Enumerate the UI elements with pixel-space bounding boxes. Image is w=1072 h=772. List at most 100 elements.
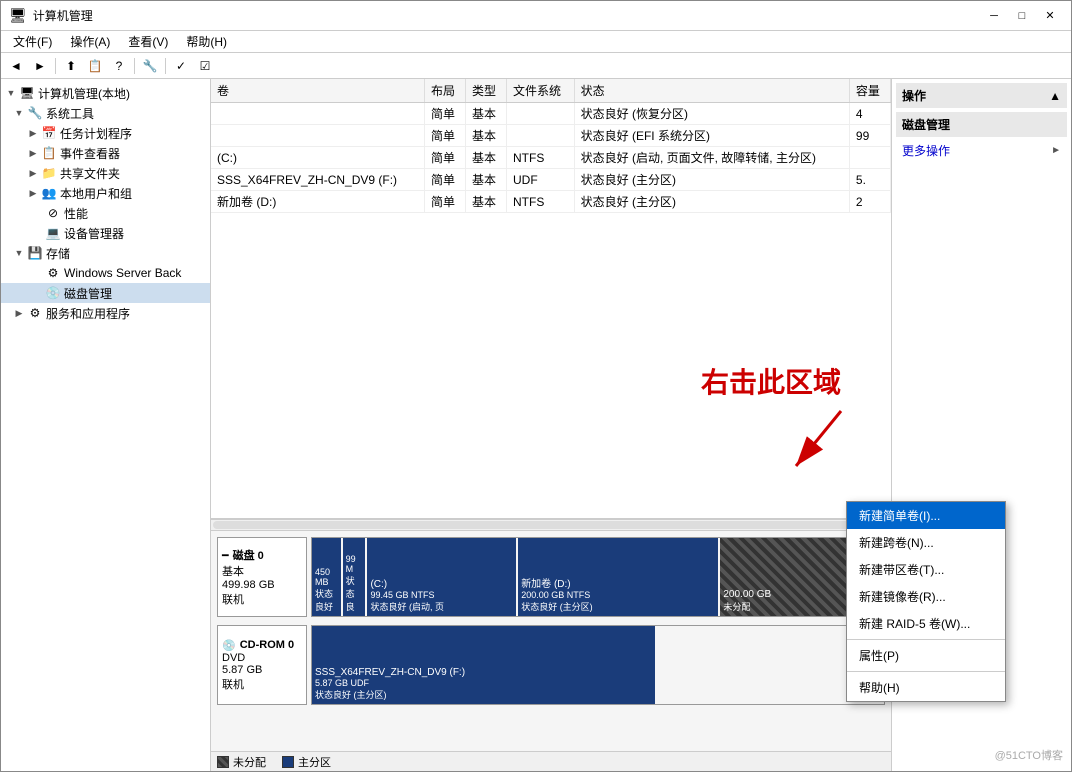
table-cell-vol [211,125,424,147]
icon-root: 🖥 [19,85,35,101]
ctx-new-raid[interactable]: 新建 RAID-5 卷(W)... [847,610,1005,637]
icon-winsrv: ⚙ [45,265,61,281]
icon-event: 📋 [41,145,57,161]
sidebar: ▼ 🖥 计算机管理(本地) ▼ 🔧 系统工具 ▶ 📅 任务计划程序 ▶ 📋 事件… [1,79,211,771]
cdrom0-part1[interactable]: SSS_X64FREV_ZH-CN_DV9 (F:) 5.87 GB UDF 状… [312,626,655,704]
table-row[interactable]: SSS_X64FREV_ZH-CN_DV9 (F:)简单基本UDF状态良好 (主… [211,169,891,191]
sidebar-item-disk-mgmt[interactable]: ▶ 💿 磁盘管理 [1,283,210,303]
action-more[interactable]: 更多操作 ► [896,139,1067,162]
table-cell-cap [849,147,890,169]
window-title: 计算机管理 [33,7,93,24]
sidebar-item-storage[interactable]: ▼ 💾 存储 [1,243,210,263]
window-icon: 🖥 [9,7,27,24]
cdrom0-status: 联机 [222,676,302,692]
forward-button[interactable]: ► [29,56,51,76]
table-row[interactable]: 简单基本状态良好 (EFI 系统分区)99 [211,125,891,147]
sidebar-item-event-viewer[interactable]: ▶ 📋 事件查看器 [1,143,210,163]
table-cell-vol: 新加卷 (D:) [211,191,424,213]
toggle-services[interactable]: ▶ [11,305,27,321]
toggle-local[interactable]: ▶ [25,185,41,201]
close-button[interactable]: ✕ [1037,6,1063,26]
sidebar-item-local-users[interactable]: ▶ 👥 本地用户和组 [1,183,210,203]
disk0-part4[interactable]: 新加卷 (D:) 200.00 GB NTFS 状态良好 (主分区) [518,538,718,616]
menu-action[interactable]: 操作(A) [62,31,118,52]
label-perf: 性能 [64,205,88,222]
ctx-new-simple[interactable]: 新建简单卷(I)... [847,502,1005,529]
disk0-part1[interactable]: 450 MB 状态良好 [312,538,341,616]
sidebar-item-shared-folders[interactable]: ▶ 📁 共享文件夹 [1,163,210,183]
scrollbar-track[interactable] [213,521,889,529]
icon-dev: 💻 [45,225,61,241]
table-cell-type: 基本 [465,103,506,125]
h-scrollbar[interactable] [211,519,891,531]
table-cell-fs [507,125,575,147]
col-vol[interactable]: 卷 [211,79,424,103]
icon-shared: 📁 [41,165,57,181]
table-cell-status: 状态良好 (恢复分区) [574,103,849,125]
disk-table: 卷 布局 类型 文件系统 状态 容量 简单基本状态良好 (恢复分区)4简单基本状… [211,79,891,213]
sidebar-item-performance[interactable]: ▶ ⊘ 性能 [1,203,210,223]
table-row[interactable]: 简单基本状态良好 (恢复分区)4 [211,103,891,125]
back-button[interactable]: ◄ [5,56,27,76]
maximize-button[interactable]: □ [1009,6,1035,26]
menu-view[interactable]: 查看(V) [120,31,176,52]
sidebar-item-device-manager[interactable]: ▶ 💻 设备管理器 [1,223,210,243]
table-cell-fs [507,103,575,125]
ctx-new-mirror[interactable]: 新建镜像卷(R)... [847,583,1005,610]
toggle-task[interactable]: ▶ [25,125,41,141]
ctx-new-span[interactable]: 新建跨卷(N)... [847,529,1005,556]
table-cell-layout: 简单 [424,103,465,125]
center-panel: 卷 布局 类型 文件系统 状态 容量 简单基本状态良好 (恢复分区)4简单基本状… [211,79,891,771]
show-hide-button[interactable]: 📋 [84,56,106,76]
sidebar-item-root[interactable]: ▼ 🖥 计算机管理(本地) [1,83,210,103]
disk0-status: 联机 [222,591,302,607]
actions-title: 操作 [902,87,926,104]
col-fs[interactable]: 文件系统 [507,79,575,103]
toggle-system[interactable]: ▼ [11,105,27,121]
check-button[interactable]: ✓ [170,56,192,76]
properties-button[interactable]: 🔧 [139,56,161,76]
icon-disk: 💿 [45,285,61,301]
toggle-shared[interactable]: ▶ [25,165,41,181]
disk0-part3[interactable]: (C:) 99.45 GB NTFS 状态良好 (启动, 页 [367,538,516,616]
legend-label-unalloc: 未分配 [233,754,266,770]
col-layout[interactable]: 布局 [424,79,465,103]
sidebar-item-services[interactable]: ▶ ⚙ 服务和应用程序 [1,303,210,323]
ctx-properties[interactable]: 属性(P) [847,642,1005,669]
col-status[interactable]: 状态 [574,79,849,103]
table-cell-layout: 简单 [424,125,465,147]
toggle-event[interactable]: ▶ [25,145,41,161]
ctx-help[interactable]: 帮助(H) [847,674,1005,701]
sidebar-item-task-scheduler[interactable]: ▶ 📅 任务计划程序 [1,123,210,143]
actions-header: 操作 ▲ [896,83,1067,108]
menu-help[interactable]: 帮助(H) [178,31,235,52]
collapse-icon[interactable]: ▲ [1049,89,1061,103]
help-button[interactable]: ? [108,56,130,76]
label-services: 服务和应用程序 [46,305,130,322]
disk0-size: 499.98 GB [222,579,302,591]
col-type[interactable]: 类型 [465,79,506,103]
minimize-button[interactable]: ─ [981,6,1007,26]
up-button[interactable]: ⬆ [60,56,82,76]
sidebar-item-win-server[interactable]: ▶ ⚙ Windows Server Back [1,263,210,283]
table-cell-vol: SSS_X64FREV_ZH-CN_DV9 (F:) [211,169,424,191]
sidebar-item-system-tools[interactable]: ▼ 🔧 系统工具 [1,103,210,123]
check2-button[interactable]: ☑ [194,56,216,76]
context-menu: 新建简单卷(I)... 新建跨卷(N)... 新建带区卷(T)... 新建镜像卷… [846,501,1006,702]
table-row[interactable]: (C:)简单基本NTFS状态良好 (启动, 页面文件, 故障转储, 主分区) [211,147,891,169]
icon-task: 📅 [41,125,57,141]
disk-table-area: 卷 布局 类型 文件系统 状态 容量 简单基本状态良好 (恢复分区)4简单基本状… [211,79,891,519]
ctx-sep1 [847,639,1005,640]
toggle-storage[interactable]: ▼ [11,245,27,261]
menu-file[interactable]: 文件(F) [5,31,60,52]
disk0-row: ━ 磁盘 0 基本 499.98 GB 联机 450 MB 状态良好 [217,537,885,617]
table-row[interactable]: 新加卷 (D:)简单基本NTFS状态良好 (主分区)2 [211,191,891,213]
col-cap[interactable]: 容量 [849,79,890,103]
disk0-part2[interactable]: 99 M 状态良 [343,538,366,616]
ctx-new-stripe[interactable]: 新建带区卷(T)... [847,556,1005,583]
toolbar-sep1 [55,58,56,74]
label-winsrv: Windows Server Back [64,266,181,280]
table-cell-cap: 99 [849,125,890,147]
toggle-root[interactable]: ▼ [3,85,19,101]
action-more-label: 更多操作 [902,142,950,159]
